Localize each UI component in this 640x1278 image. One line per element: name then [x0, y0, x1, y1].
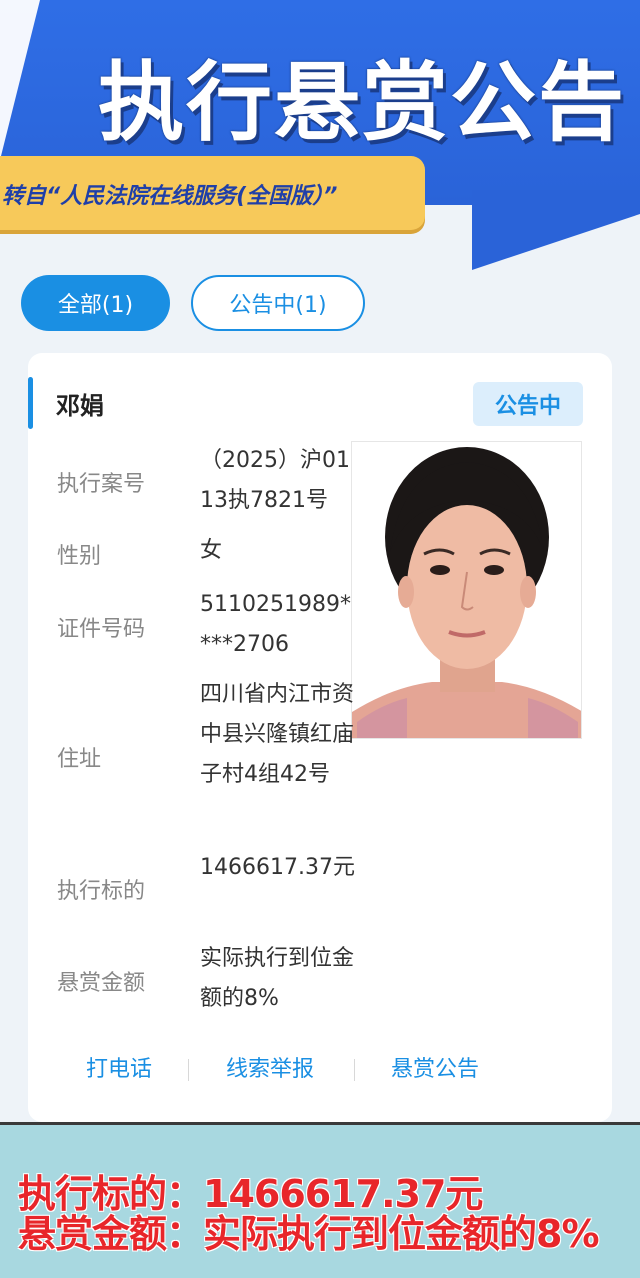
- field-label-bounty: 悬赏金额: [57, 971, 146, 996]
- name-accent-bar: [28, 377, 33, 429]
- header-banner: 执行悬赏公告 转自“人民法院在线服务(全国版）”: [0, 0, 640, 270]
- field-value-amount: 1466617.37元: [200, 855, 355, 880]
- person-photo: [351, 441, 582, 739]
- source-tag: 转自“人民法院在线服务(全国版）”: [0, 156, 425, 230]
- tab-notice[interactable]: 公告中(1): [191, 275, 365, 331]
- status-badge: 公告中: [473, 382, 583, 426]
- field-label-amount: 执行标的: [57, 879, 146, 904]
- call-button[interactable]: 打电话: [86, 1051, 152, 1083]
- field-value-case-number: （2025）沪0113执7821号: [200, 448, 350, 513]
- report-clue-button[interactable]: 线索举报: [226, 1051, 314, 1083]
- field-value-bounty: 实际执行到位金额的8%: [200, 946, 355, 1011]
- page-title: 执行悬赏公告: [98, 53, 626, 153]
- field-value-address: 四川省内江市资中县兴隆镇红庙子村4组42号: [200, 682, 355, 787]
- action-divider: [188, 1059, 189, 1081]
- source-text: 转自“人民法院在线服务(全国版）”: [2, 184, 338, 209]
- action-divider: [354, 1059, 355, 1081]
- bounty-notice-button[interactable]: 悬赏公告: [391, 1051, 479, 1083]
- field-label-case-number: 执行案号: [57, 472, 146, 497]
- caption-overlay: 执行标的：1466617.37元 悬赏金额：实际执行到位金额的8%: [0, 1122, 640, 1278]
- field-value-gender: 女: [200, 538, 223, 563]
- caption-line-bounty: 悬赏金额：实际执行到位金额的8%: [18, 1212, 600, 1256]
- field-label-address: 住址: [57, 747, 102, 772]
- person-name: 邓娟: [56, 392, 104, 420]
- tab-all[interactable]: 全部(1): [21, 275, 170, 331]
- field-label-id-number: 证件号码: [57, 617, 146, 642]
- field-value-id-number: 5110251989****2706: [200, 592, 351, 657]
- portrait-image: [352, 442, 581, 738]
- notice-card: 邓娟 公告中 执行案号 （2025）沪0113执7821号 性别 女 证件号码 …: [28, 353, 612, 1122]
- field-label-gender: 性别: [57, 544, 102, 569]
- card-actions: 打电话 线索举报 悬赏公告: [28, 1051, 612, 1091]
